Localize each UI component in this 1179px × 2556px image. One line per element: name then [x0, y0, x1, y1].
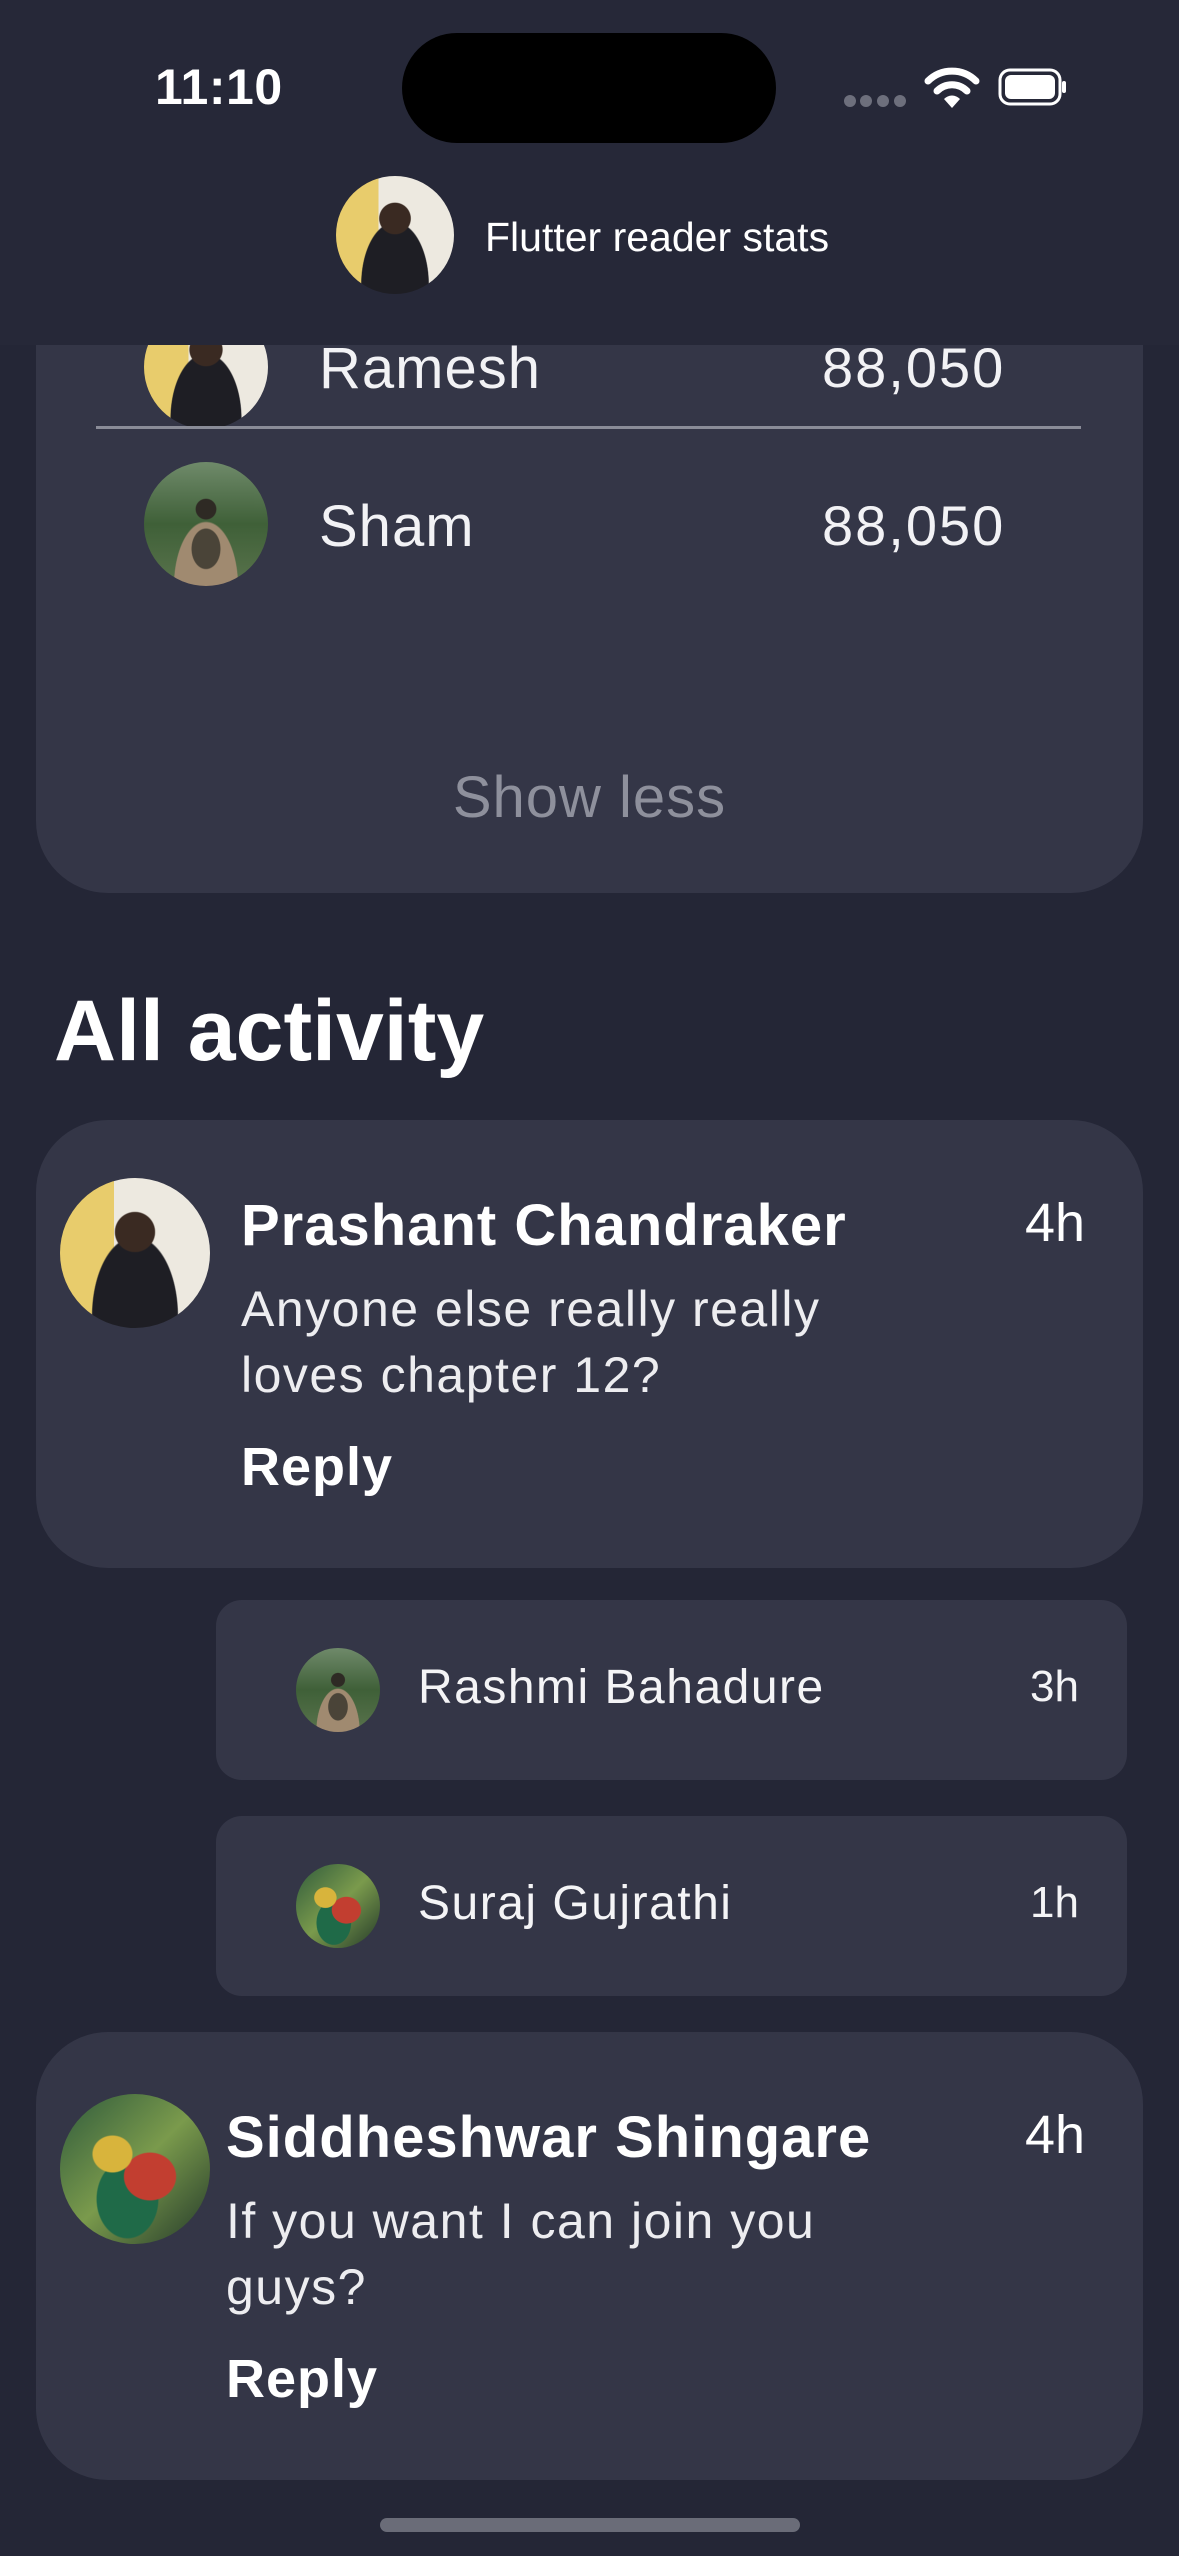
dynamic-island: [402, 33, 776, 143]
reply-author: Suraj Gujrathi: [418, 1877, 733, 1930]
header-avatar: [336, 176, 454, 294]
leaderboard-value: 88,050: [822, 494, 1006, 557]
leaderboard-avatar: [144, 462, 268, 586]
app-header: 11:10 Flutter reader stats: [0, 0, 1179, 345]
leaderboard-name: Sham: [319, 494, 475, 559]
leaderboard-name: Ramesh: [319, 336, 541, 401]
section-title: All activity: [54, 983, 485, 1079]
post-author: Siddheshwar Shingare: [226, 2105, 872, 2170]
reply-avatar: [296, 1864, 380, 1948]
post-author: Prashant Chandraker: [241, 1193, 847, 1258]
reply-time: 1h: [1030, 1878, 1079, 1927]
reply-item[interactable]: Rashmi Bahadure 3h: [216, 1600, 1127, 1780]
post-time: 4h: [1025, 1193, 1086, 1253]
wifi-icon: [924, 67, 980, 108]
home-indicator[interactable]: [380, 2518, 800, 2532]
post-text: If you want I can join you guys?: [226, 2193, 816, 2315]
status-time: 11:10: [155, 59, 283, 115]
activity-post: Siddheshwar Shingare 4h If you want I ca…: [36, 2032, 1143, 2480]
post-avatar: [60, 2094, 210, 2244]
reply-time: 3h: [1030, 1662, 1079, 1711]
reply-item[interactable]: Suraj Gujrathi 1h: [216, 1816, 1127, 1996]
leaderboard-divider: [96, 426, 1081, 429]
activity-post: Prashant Chandraker 4h Anyone else reall…: [36, 1120, 1143, 1568]
post-avatar: [60, 1178, 210, 1328]
battery-icon: [998, 68, 1066, 106]
show-less-button[interactable]: Show less: [36, 764, 1143, 831]
post-text: Anyone else really really loves chapter …: [241, 1281, 821, 1403]
post-time: 4h: [1025, 2105, 1086, 2165]
reply-button[interactable]: Reply: [226, 2348, 378, 2410]
reply-avatar: [296, 1648, 380, 1732]
reply-author: Rashmi Bahadure: [418, 1661, 825, 1714]
cellular-signal-icon: [844, 95, 906, 107]
reply-button[interactable]: Reply: [241, 1436, 393, 1498]
page-title: Flutter reader stats: [485, 214, 830, 260]
